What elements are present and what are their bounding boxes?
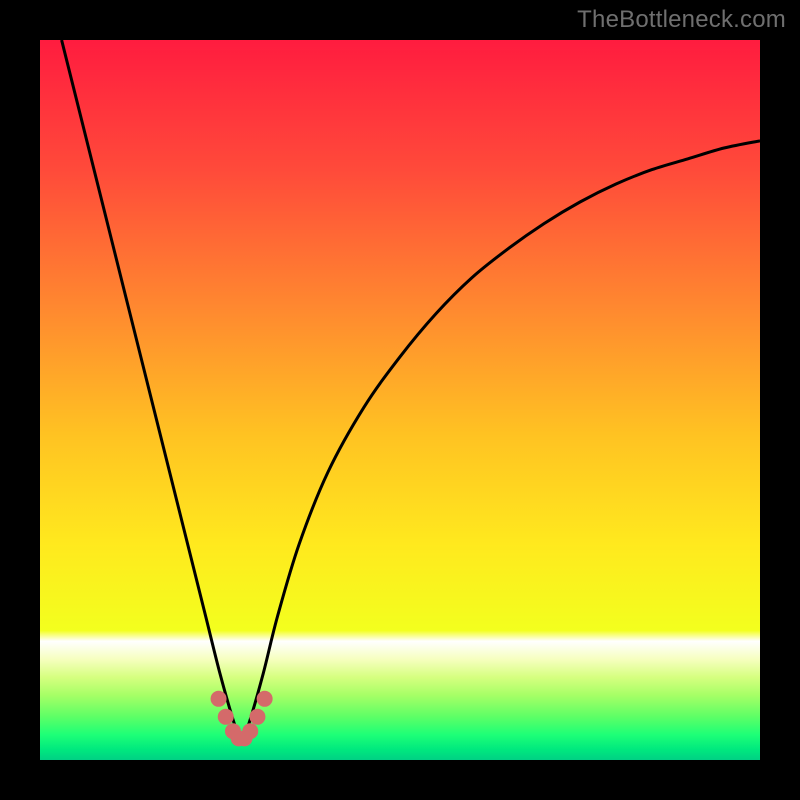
plot-area <box>40 40 760 760</box>
chart-svg <box>40 40 760 760</box>
gradient-background <box>40 40 760 760</box>
curve-marker <box>218 709 234 725</box>
curve-marker <box>242 723 258 739</box>
curve-marker <box>257 691 273 707</box>
watermark-text: TheBottleneck.com <box>577 6 786 34</box>
chart-frame: TheBottleneck.com <box>0 0 800 800</box>
curve-marker <box>211 691 227 707</box>
curve-marker <box>249 709 265 725</box>
